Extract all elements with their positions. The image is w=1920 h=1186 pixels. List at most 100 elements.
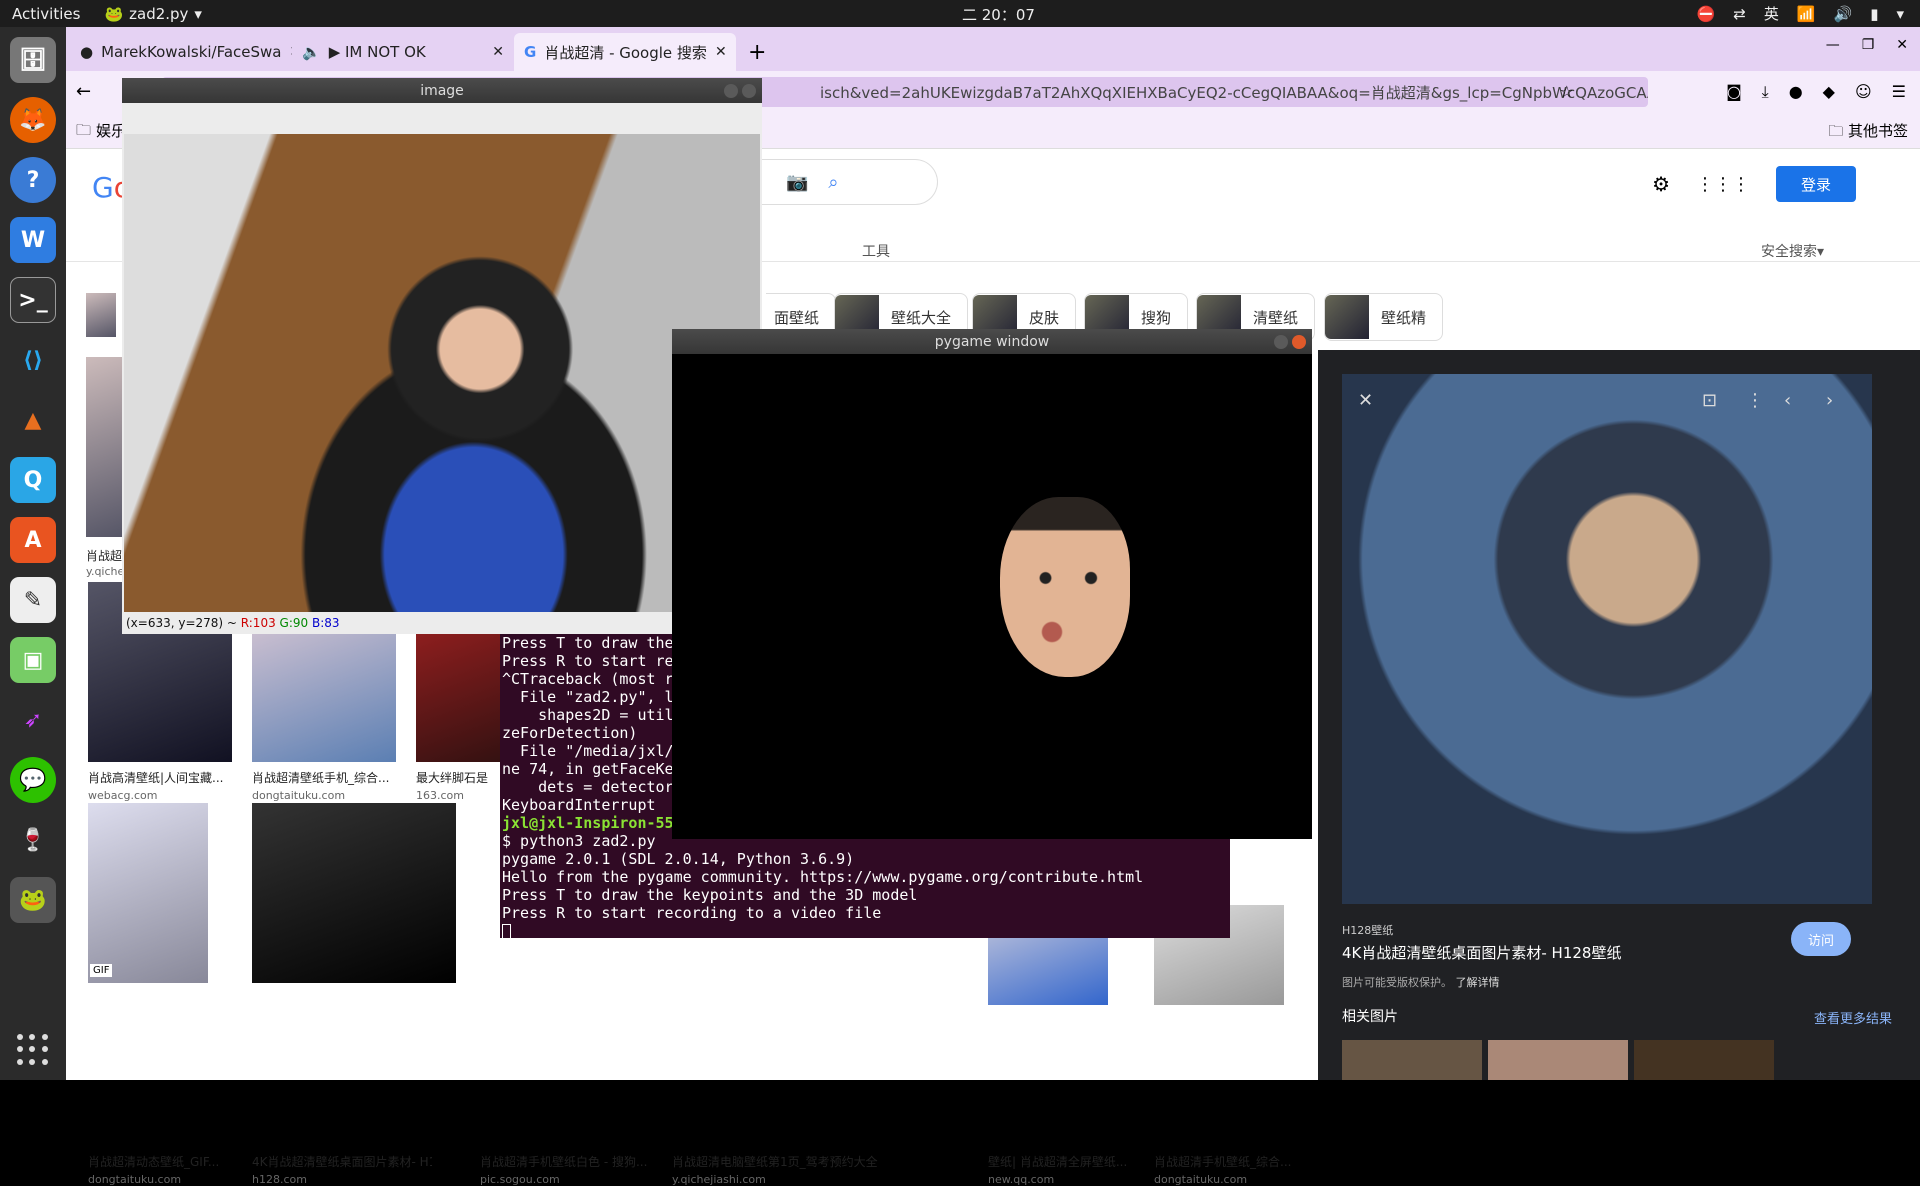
next-icon[interactable]: › — [1826, 390, 1833, 411]
notification-icon[interactable]: ⛔ — [1697, 5, 1716, 23]
result-caption[interactable]: 最大绊脚石是 — [416, 769, 496, 786]
lens-icon[interactable]: ⊡ — [1702, 390, 1717, 411]
pocket-icon[interactable]: ◙ — [1726, 82, 1742, 102]
learn-more-link[interactable]: 了解详情 — [1456, 976, 1500, 989]
extension-monkey-icon[interactable]: ☺ — [1855, 82, 1872, 102]
new-tab-button[interactable]: + — [736, 33, 778, 71]
image-preview-panel: ✕ ⊡ ⋮ ‹ › H128壁纸 4K肖战超清壁纸桌面图片素材- H128壁纸 … — [1318, 350, 1920, 1080]
close-icon[interactable] — [742, 84, 756, 98]
visit-button[interactable]: 访问 — [1791, 922, 1851, 956]
activities-button[interactable]: Activities — [12, 5, 80, 23]
wifi-icon[interactable]: 📶 — [1797, 5, 1816, 23]
result-caption[interactable]: 肖战超清动态壁纸_GIF... — [88, 1153, 228, 1170]
battery-icon[interactable]: ▮ — [1870, 5, 1878, 23]
download-icon[interactable]: ⤓ — [1762, 82, 1769, 102]
tools-tab[interactable]: 工具 — [862, 241, 890, 261]
apps-grid-icon[interactable]: ⋮⋮⋮ — [1696, 174, 1750, 195]
account-icon[interactable]: ● — [1789, 82, 1803, 102]
close-icon[interactable] — [1292, 335, 1306, 349]
result-caption[interactable]: 肖战超清电脑壁纸第1页_驾考预约大全 — [672, 1153, 922, 1170]
terminal-line: pygame 2.0.1 (SDL 2.0.14, Python 3.6.9) — [502, 850, 855, 868]
terminal-icon[interactable]: >_ — [10, 277, 56, 323]
gear-icon[interactable]: ⚙ — [1652, 172, 1670, 196]
webcam-frame[interactable] — [124, 134, 760, 612]
menu-icon[interactable]: ☰ — [1892, 82, 1906, 102]
result-caption[interactable]: 肖战超清壁纸手机_综合... — [252, 769, 396, 786]
related-thumbnail[interactable] — [1634, 1040, 1774, 1080]
safesearch-dropdown[interactable]: 安全搜索▾ — [1761, 241, 1824, 261]
wine-icon[interactable]: 🍷 — [10, 817, 56, 863]
clock[interactable]: 二 20：07 — [962, 4, 1035, 25]
result-caption[interactable]: 4K肖战超清壁纸桌面图片素材- H1... — [252, 1153, 432, 1170]
search-icon[interactable]: ⌕ — [828, 172, 838, 193]
copyright-note: 图片可能受版权保护。 了解详情 — [1342, 976, 1500, 989]
wps-icon[interactable]: W — [10, 217, 56, 263]
image-viewer-icon[interactable]: ▣ — [10, 637, 56, 683]
preview-image[interactable] — [1342, 374, 1872, 904]
more-results-link[interactable]: 查看更多结果 — [1814, 1008, 1892, 1027]
files-icon[interactable]: 🗄 — [10, 37, 56, 83]
volume-icon[interactable]: 🔊 — [1834, 5, 1853, 23]
python-app-icon[interactable]: 🐸 — [10, 877, 56, 923]
result-caption[interactable]: 肖战超清手机壁纸白色 - 搜狗... — [480, 1153, 660, 1170]
result-caption[interactable]: 肖战超 — [86, 547, 126, 564]
app-icon: 🐸 — [104, 4, 124, 23]
login-button[interactable]: 登录 — [1776, 166, 1856, 202]
image-window[interactable]: image (x=633, y=278) ~ R:103 G:90 B:83 — [122, 78, 762, 634]
bookmark-star-icon[interactable]: ☆ — [1560, 82, 1574, 101]
related-thumbnail[interactable] — [1488, 1040, 1628, 1080]
preview-title[interactable]: 4K肖战超清壁纸桌面图片素材- H128壁纸 — [1342, 942, 1621, 963]
prev-icon[interactable]: ‹ — [1784, 390, 1791, 411]
result-caption[interactable]: 壁纸| 肖战超清全屏壁纸... — [988, 1153, 1128, 1170]
result-caption[interactable]: 肖战超清手机壁纸_综合... — [1154, 1153, 1294, 1170]
input-method[interactable]: 英 — [1764, 3, 1779, 24]
image-window-titlebar[interactable]: image — [122, 78, 762, 103]
minimize-icon[interactable] — [1274, 335, 1288, 349]
close-icon[interactable]: ✕ — [492, 44, 504, 60]
result-caption[interactable]: 肖战高清壁纸|人间宝藏... — [88, 769, 232, 786]
chip-thumbnail[interactable] — [86, 293, 116, 337]
text-editor-icon[interactable]: ✎ — [10, 577, 56, 623]
tab-bar: ●MarekKowalski/FaceSwa✕ 🔈▶ IM NOT OK✕ G肖… — [66, 27, 1920, 71]
pygame-window[interactable]: pygame window — [672, 329, 1312, 839]
more-icon[interactable]: ⋮ — [1746, 390, 1764, 411]
tab-google-search[interactable]: G 肖战超清 - Google 搜索 ✕ — [514, 33, 736, 71]
tab-github[interactable]: ●MarekKowalski/FaceSwa✕ — [70, 33, 292, 71]
chip-6[interactable]: 壁纸精 — [1324, 293, 1444, 341]
camera-icon[interactable]: 📷 — [786, 172, 808, 193]
minimize-icon[interactable] — [724, 84, 738, 98]
minimize-icon[interactable]: — — [1826, 37, 1840, 53]
chevron-down-icon[interactable]: ▾ — [1896, 5, 1904, 23]
top-bar: Activities 🐸 zad2.py ▾ 二 20：07 ⛔ ⇄ 英 📶 🔊 ▮… — [0, 0, 1920, 27]
app-feather-icon[interactable]: ➶ — [10, 697, 56, 743]
related-thumbnail[interactable] — [1342, 1040, 1482, 1080]
close-icon[interactable]: ✕ — [1358, 390, 1373, 411]
pygame-window-titlebar[interactable]: pygame window — [672, 329, 1312, 354]
maximize-icon[interactable]: ❐ — [1862, 37, 1875, 53]
close-icon[interactable]: ✕ — [715, 44, 727, 60]
show-applications-icon[interactable] — [17, 1034, 49, 1066]
dock: 🗄 🦊 ? W >_ ⟨⟩ ▲ Q A ✎ ▣ ➶ 💬 🍷 🐸 — [0, 27, 66, 1080]
tab-music[interactable]: 🔈 ▶ IM NOT OK ✕ — [292, 33, 514, 71]
close-icon[interactable]: ✕ — [1896, 37, 1908, 53]
app-menu[interactable]: 🐸 zad2.py ▾ — [104, 5, 202, 23]
google-icon: G — [524, 43, 537, 61]
qq-browser-icon[interactable]: Q — [10, 457, 56, 503]
help-icon[interactable]: ? — [10, 157, 56, 203]
other-bookmarks[interactable]: 🗀 其他书签 — [1828, 120, 1908, 146]
chevron-down-icon: ▾ — [194, 4, 202, 23]
vscode-icon[interactable]: ⟨⟩ — [10, 337, 56, 383]
result-thumbnail[interactable] — [252, 803, 456, 983]
result-source: dongtaituku.com — [1154, 1173, 1248, 1186]
extension-icon[interactable]: ◆ — [1823, 82, 1835, 102]
wechat-icon[interactable]: 💬 — [10, 757, 56, 803]
software-center-icon[interactable]: A — [10, 517, 56, 563]
firefox-icon[interactable]: 🦊 — [10, 97, 56, 143]
result-thumbnail[interactable]: GIF — [88, 803, 208, 983]
network-tray-icon[interactable]: ⇄ — [1733, 5, 1746, 23]
matlab-icon[interactable]: ▲ — [10, 397, 56, 443]
speaker-icon: 🔈 — [302, 43, 321, 61]
back-icon[interactable]: ← — [76, 81, 91, 102]
result-thumbnail[interactable] — [86, 357, 126, 537]
result-source: dongtaituku.com — [88, 1173, 182, 1186]
